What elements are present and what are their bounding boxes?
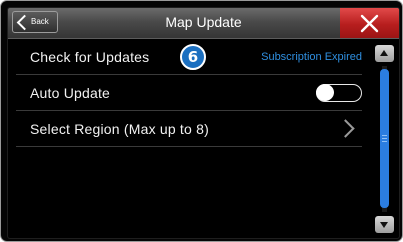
header-bar: Back Map Update [8,8,399,39]
grip-line [382,138,387,139]
row-check-for-updates[interactable]: Check for Updates 6 Subscription Expired [16,39,362,75]
row-auto-update: Auto Update [16,75,362,111]
screen: Back Map Update Check for Updates 6 Subs… [7,7,400,239]
close-icon [360,14,379,33]
row-select-region[interactable]: Select Region (Max up to 8) [16,111,362,147]
row-label: Auto Update [30,85,111,101]
scroll-thumb[interactable] [380,69,389,208]
settings-list: Check for Updates 6 Subscription Expired… [8,39,374,147]
back-label: Back [31,17,49,26]
scroll-down-button[interactable] [375,216,394,233]
subscription-status: Subscription Expired [261,51,362,63]
chevron-left-icon [16,14,33,31]
scrollbar[interactable] [375,45,394,233]
back-button[interactable]: Back [12,11,58,33]
row-label: Check for Updates [30,49,150,65]
grip-line [382,141,387,142]
triangle-down-icon [380,222,388,228]
grip-line [382,135,387,136]
triangle-up-icon [380,50,388,56]
device-bezel: Back Map Update Check for Updates 6 Subs… [0,0,403,242]
row-label: Select Region (Max up to 8) [30,121,209,137]
callout-badge: 6 [180,44,206,70]
scroll-up-button[interactable] [375,45,394,62]
chevron-right-icon [336,119,355,138]
page-title: Map Update [165,14,242,30]
auto-update-toggle[interactable] [316,84,362,102]
close-button[interactable] [340,8,399,38]
toggle-knob [316,84,334,101]
